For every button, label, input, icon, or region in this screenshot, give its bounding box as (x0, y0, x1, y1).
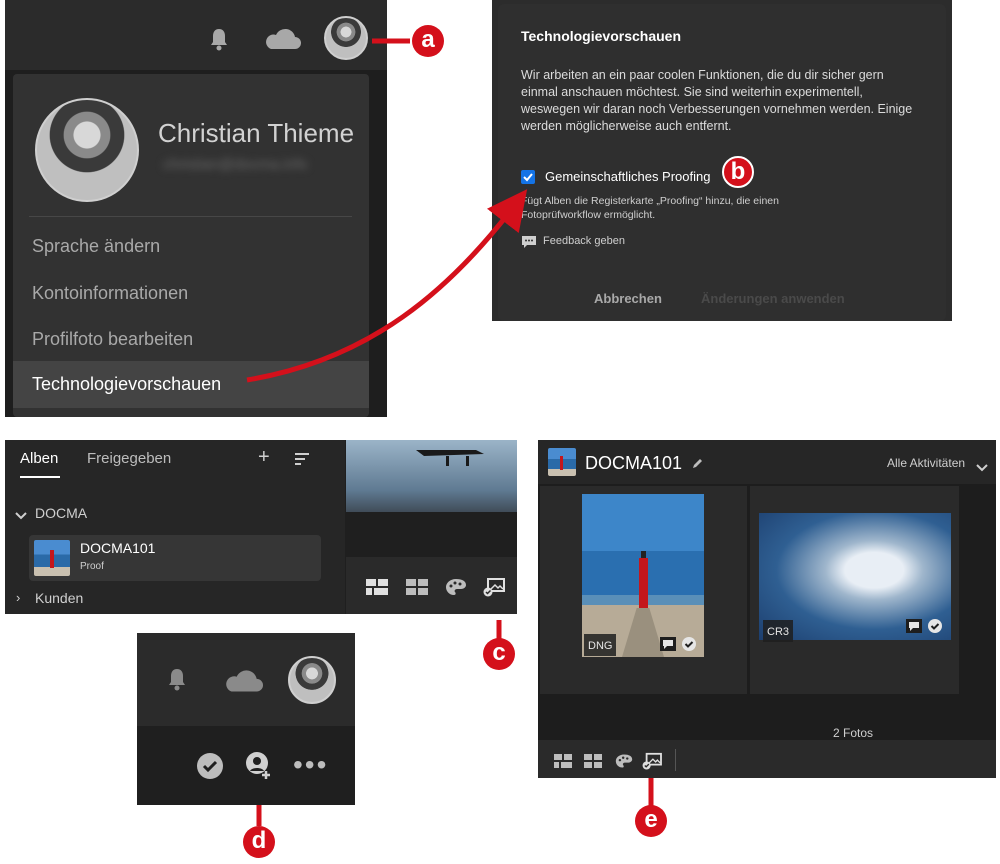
album-item-docma101[interactable]: DOCMA101 Proof (29, 535, 321, 581)
photo-cell-2[interactable]: CR3 (750, 486, 959, 694)
check-circle-icon[interactable] (681, 636, 697, 657)
chevron-down-icon[interactable] (15, 508, 27, 526)
proof-icon[interactable] (642, 752, 662, 775)
proof-icon[interactable] (483, 577, 505, 602)
check-circle-icon[interactable] (196, 752, 224, 785)
format-badge-cr3: CR3 (763, 620, 794, 642)
add-person-icon[interactable] (245, 751, 273, 786)
tab-albums-underline (20, 476, 60, 478)
toolbar-divider (675, 749, 676, 771)
album-group-kunden[interactable]: Kunden (35, 590, 83, 606)
square-grid-icon[interactable] (406, 579, 428, 600)
photo-lighthouse (582, 494, 704, 657)
bell-icon[interactable] (165, 666, 189, 697)
callout-c: c (483, 638, 515, 670)
more-icon[interactable]: ••• (293, 749, 328, 781)
comment-icon[interactable] (660, 637, 676, 651)
square-grid-icon[interactable] (584, 754, 602, 773)
preview-image (346, 440, 517, 512)
format-badge-dng: DNG (584, 634, 617, 656)
tab-shared[interactable]: Freigegeben (87, 450, 171, 467)
callout-d: d (243, 826, 275, 858)
callout-a: a (412, 25, 444, 57)
photo-cell-1[interactable]: DNG (540, 486, 747, 694)
album-view-panel: DOCMA101 Alle Aktivitäten DNG CR3 2 Foto… (538, 440, 996, 778)
album-sub: Proof (80, 561, 104, 572)
grid-view-icon[interactable] (366, 579, 388, 600)
chevron-right-icon[interactable]: › (16, 590, 20, 605)
toolbar-panel: ••• (137, 633, 355, 805)
callout-e: e (635, 805, 667, 837)
plus-icon[interactable]: + (258, 446, 270, 469)
chevron-down-icon[interactable] (976, 459, 988, 477)
album-group-docma[interactable]: DOCMA (35, 505, 87, 521)
pencil-icon[interactable] (691, 457, 703, 475)
grid-view-icon[interactable] (554, 754, 572, 773)
album-view-toolbar (538, 740, 996, 778)
tab-albums[interactable]: Alben (20, 450, 58, 467)
album-name: DOCMA101 (80, 540, 156, 556)
comment-icon[interactable] (906, 619, 922, 633)
album-view-title: DOCMA101 (585, 453, 683, 473)
cloud-icon[interactable] (223, 669, 263, 698)
albums-panel: Alben Freigegeben + DOCMA DOCMA101 Proof… (5, 440, 517, 614)
photo-count: 2 Fotos (833, 726, 874, 740)
palette-icon[interactable] (445, 578, 467, 601)
album-header-thumb (548, 448, 576, 476)
sort-icon[interactable] (295, 452, 311, 471)
palette-icon[interactable] (615, 753, 633, 774)
format-label: CR3 (767, 626, 790, 638)
callout-b: b (722, 156, 754, 188)
avatar[interactable] (288, 656, 336, 704)
check-circle-icon[interactable] (927, 618, 943, 639)
activity-filter[interactable]: Alle Aktivitäten (887, 456, 965, 470)
album-thumbnail (34, 540, 70, 576)
format-label: DNG (588, 640, 613, 652)
